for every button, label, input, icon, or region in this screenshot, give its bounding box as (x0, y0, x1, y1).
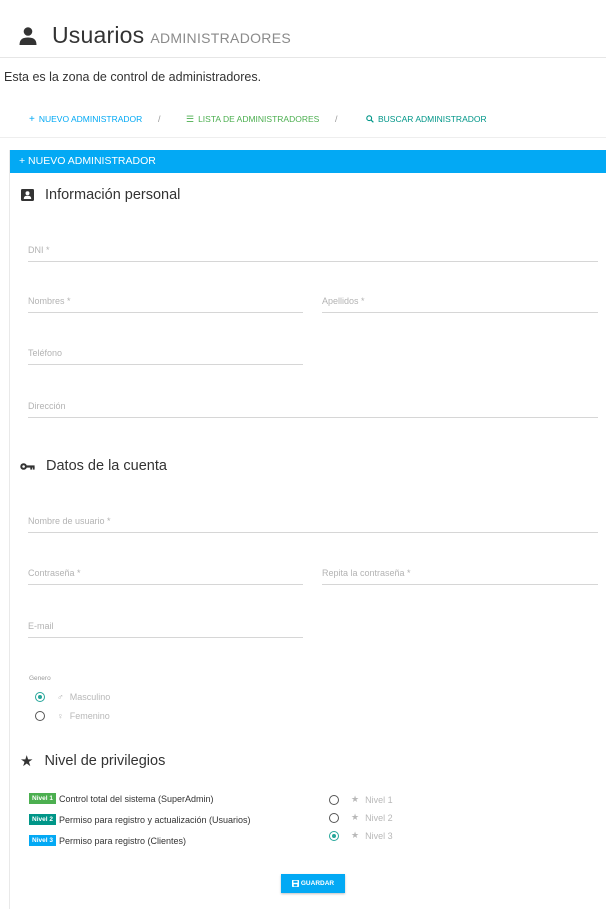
level-3-radio[interactable] (329, 830, 339, 841)
password-repeat-input[interactable] (322, 562, 598, 584)
page-subtitle: ADMINISTRADORES (150, 30, 291, 46)
nav-list-admins[interactable]: ☰ LISTA DE ADMINISTRADORES (186, 114, 319, 125)
nav-new-admin[interactable]: + NUEVO ADMINISTRADOR (29, 114, 142, 125)
nav-separator: / (335, 114, 338, 124)
page-title: Usuarios (52, 22, 145, 48)
level-1-badge: Nivel 1 (29, 793, 56, 804)
level-3-option-label: Nivel 3 (365, 830, 393, 841)
page: Usuarios ADMINISTRADORES Esta es la zona… (0, 0, 606, 909)
dni-input[interactable] (28, 239, 598, 261)
female-label: Femenino (69, 711, 110, 721)
user-icon (19, 26, 37, 45)
female-icon: ♀ (57, 711, 64, 721)
male-icon: ♂ (57, 692, 64, 702)
privileges-title: ★ Nivel de privilegios (20, 752, 165, 770)
nav-list-admins-label: LISTA DE ADMINISTRADORES (198, 114, 320, 124)
star-icon: ★ (351, 794, 360, 804)
gender-option-female[interactable]: ♀ Femenino (35, 711, 110, 721)
male-label: Masculino (69, 692, 111, 702)
star-icon: ★ (351, 812, 360, 822)
dni-field[interactable] (28, 239, 598, 262)
level-description-3: Nivel 3 Permiso para registro (Clientes) (29, 835, 186, 846)
search-icon (366, 115, 374, 123)
intro-text: Esta es la zona de control de administra… (4, 70, 262, 84)
level-2-option-label: Nivel 2 (365, 812, 393, 823)
username-field[interactable] (28, 510, 598, 533)
star-icon: ★ (20, 753, 34, 770)
level-2-radio[interactable] (329, 812, 339, 823)
password-input[interactable] (28, 562, 303, 584)
level-2-badge: Nivel 2 (29, 814, 56, 825)
account-title: Datos de la cuenta (20, 458, 167, 474)
nav-search-admin-label: BUSCAR ADMINISTRADOR (378, 114, 487, 124)
level-description-2: Nivel 2 Permiso para registro y actualiz… (29, 814, 251, 825)
nav-search-admin[interactable]: BUSCAR ADMINISTRADOR (366, 114, 487, 124)
email-input[interactable] (28, 615, 303, 637)
star-icon: ★ (351, 830, 360, 840)
level-option-3[interactable]: ★ Nivel 3 (329, 830, 393, 841)
list-icon: ☰ (186, 114, 195, 124)
level-1-radio[interactable] (329, 794, 339, 805)
apellidos-field[interactable] (322, 290, 598, 313)
level-option-1[interactable]: ★ Nivel 1 (329, 794, 393, 805)
password-field[interactable] (28, 562, 303, 585)
page-header: Usuarios ADMINISTRADORES (18, 22, 291, 49)
panel-heading-label: + NUEVO ADMINISTRADOR (19, 155, 156, 167)
gender-option-male[interactable]: ♂ Masculino (35, 692, 110, 702)
id-card-icon (21, 189, 34, 201)
level-description-1: Nivel 1 Control total del sistema (Super… (29, 793, 214, 804)
header-divider (0, 57, 606, 58)
nombres-input[interactable] (28, 290, 303, 312)
direccion-input[interactable] (28, 395, 598, 417)
save-button-label: GUARDAR (300, 880, 335, 887)
key-icon (20, 462, 35, 470)
level-2-text: Permiso para registro y actualización (U… (58, 814, 251, 825)
email-field[interactable] (28, 615, 303, 638)
panel-heading: + NUEVO ADMINISTRADOR (10, 150, 606, 173)
account-title-text: Datos de la cuenta (46, 458, 167, 474)
gender-label: Genero (29, 675, 51, 682)
username-input[interactable] (28, 510, 598, 532)
level-1-text: Control total del sistema (SuperAdmin) (58, 793, 214, 804)
level-1-option-label: Nivel 1 (365, 794, 393, 805)
level-option-2[interactable]: ★ Nivel 2 (329, 812, 393, 823)
save-icon (291, 880, 299, 887)
telefono-input[interactable] (28, 342, 303, 364)
personal-info-title-text: Información personal (45, 187, 181, 203)
privileges-title-text: Nivel de privilegios (44, 753, 166, 769)
telefono-field[interactable] (28, 342, 303, 365)
apellidos-input[interactable] (322, 290, 598, 312)
nav-divider (0, 137, 606, 138)
nombres-field[interactable] (28, 290, 303, 313)
personal-info-title: Información personal (21, 187, 180, 203)
nav-new-admin-label: NUEVO ADMINISTRADOR (38, 114, 143, 124)
password-repeat-field[interactable] (322, 562, 598, 585)
save-button[interactable]: GUARDAR (281, 874, 345, 893)
plus-icon: + (29, 114, 35, 125)
level-3-text: Permiso para registro (Clientes) (58, 835, 187, 846)
male-radio[interactable] (35, 692, 45, 702)
nav-separator: / (158, 114, 161, 124)
new-admin-panel: + NUEVO ADMINISTRADOR Información person… (9, 150, 606, 909)
level-3-badge: Nivel 3 (29, 835, 56, 846)
direccion-field[interactable] (28, 395, 598, 418)
female-radio[interactable] (35, 711, 45, 721)
